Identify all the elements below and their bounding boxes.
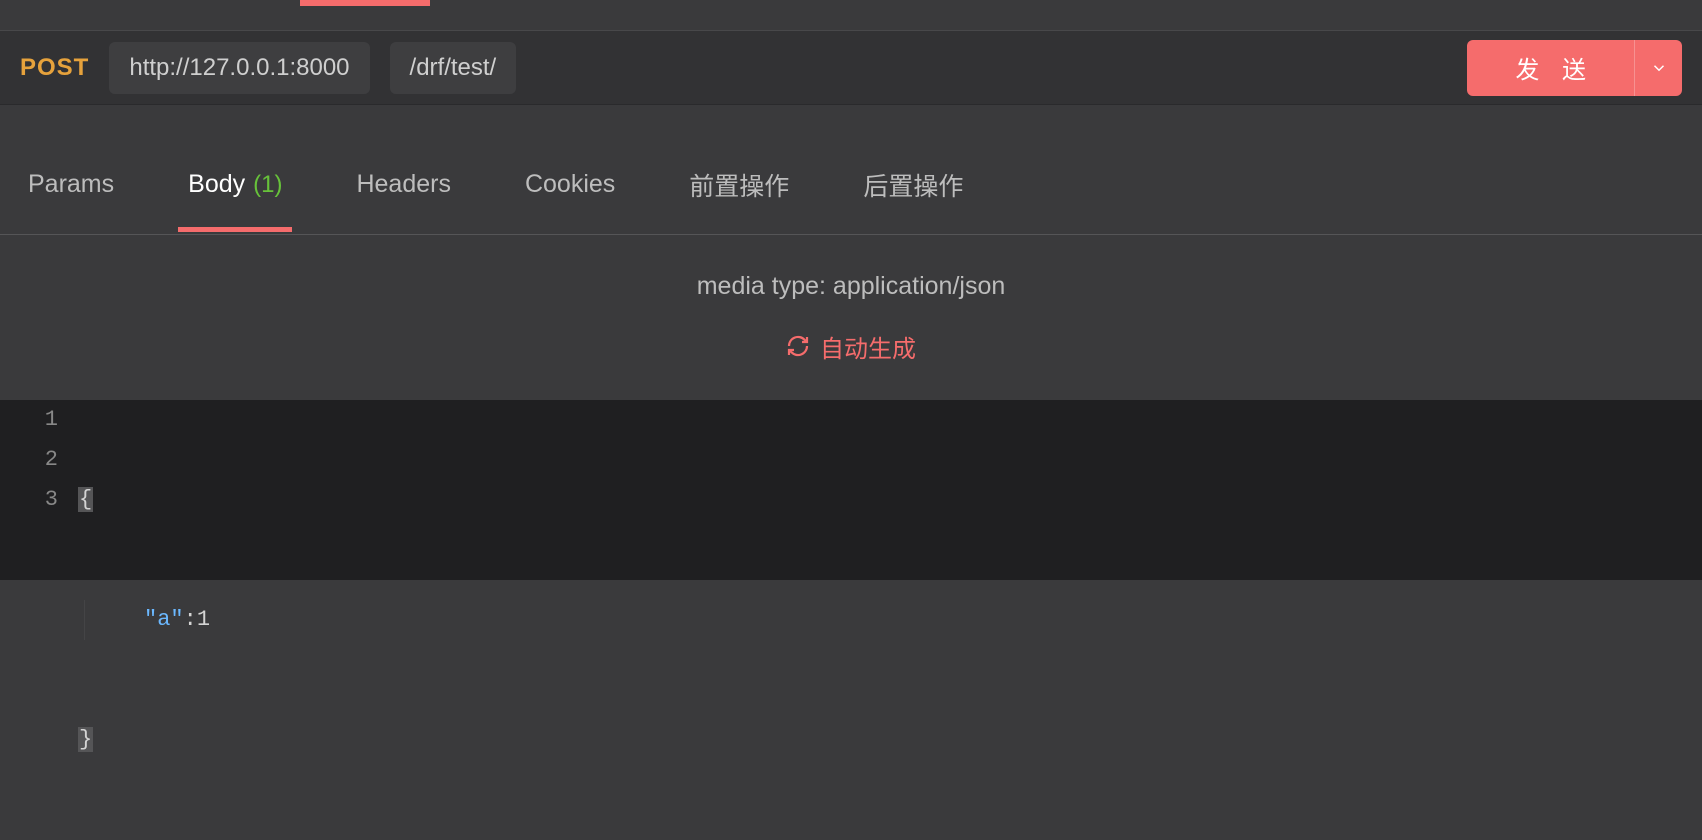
http-method-select[interactable]: POST [20, 54, 89, 82]
tab-cookies[interactable]: Cookies [525, 138, 615, 231]
body-options-panel: media type: application/json 自动生成 [0, 235, 1702, 400]
line-number: 1 [0, 400, 58, 440]
send-dropdown-button[interactable] [1634, 40, 1682, 96]
tab-body-label: Body [188, 170, 245, 199]
json-value: 1 [197, 607, 210, 632]
tab-body-count: (1) [253, 171, 282, 199]
refresh-icon [786, 334, 810, 358]
json-key: "a" [144, 607, 184, 632]
code-line: "a":1 [78, 600, 1702, 640]
auto-generate-label: 自动生成 [820, 329, 916, 364]
editor-content[interactable]: { "a":1 } [78, 400, 1702, 580]
auto-generate-button[interactable]: 自动生成 [786, 329, 916, 364]
request-bar: POST http://127.0.0.1:8000 /drf/test/ 发 … [0, 30, 1702, 105]
editor-gutter: 1 2 3 [0, 400, 78, 580]
tab-params[interactable]: Params [28, 138, 114, 231]
tab-body[interactable]: Body (1) [188, 138, 282, 231]
line-number: 3 [0, 480, 58, 520]
send-button-group: 发 送 [1467, 40, 1682, 96]
tab-headers[interactable]: Headers [356, 138, 451, 231]
send-button[interactable]: 发 送 [1467, 40, 1634, 96]
code-line: { [78, 480, 1702, 520]
request-tabs: Params Body (1) Headers Cookies 前置操作 后置操… [0, 135, 1702, 235]
json-colon: : [184, 607, 197, 632]
top-tab-indicator [300, 0, 430, 6]
line-number: 2 [0, 440, 58, 480]
chevron-down-icon [1650, 59, 1668, 77]
brace-open: { [78, 487, 93, 512]
brace-close: } [78, 727, 93, 752]
tab-post-request[interactable]: 后置操作 [863, 135, 963, 235]
body-json-editor[interactable]: 1 2 3 { "a":1 } [0, 400, 1702, 580]
code-line: } [78, 720, 1702, 760]
media-type-label: media type: application/json [697, 272, 1006, 301]
base-url-input[interactable]: http://127.0.0.1:8000 [109, 42, 369, 94]
tab-pre-request[interactable]: 前置操作 [689, 135, 789, 235]
path-input[interactable]: /drf/test/ [390, 42, 517, 94]
